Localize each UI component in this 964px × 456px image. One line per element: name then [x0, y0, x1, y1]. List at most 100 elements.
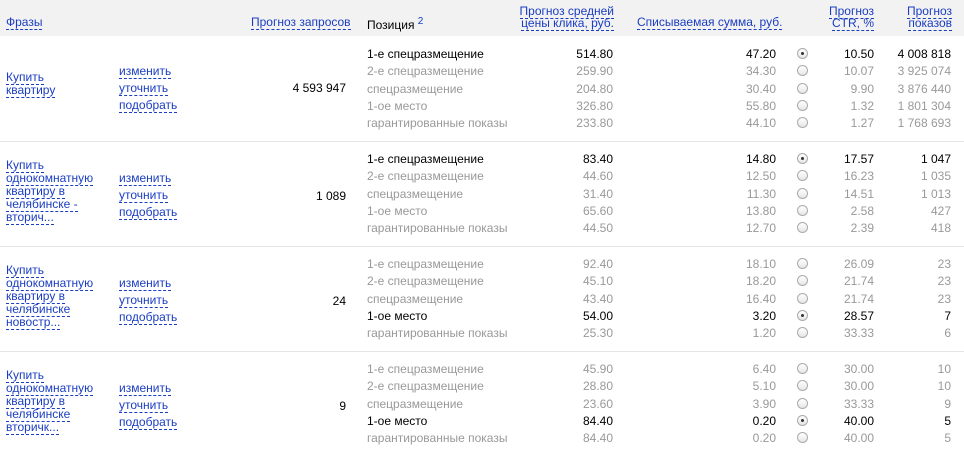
ctr-value: 2.39: [850, 221, 874, 236]
position-radio[interactable]: [797, 327, 808, 339]
shows-value: 5: [944, 413, 951, 428]
avg-click-price: 84.40: [582, 431, 613, 446]
charged-sum: 5.10: [752, 379, 776, 394]
shows-value: 1 047: [920, 152, 951, 166]
column-forecast-requests[interactable]: Прогноз запросов: [251, 15, 351, 30]
position-name: гарантированные показы: [367, 221, 508, 236]
ctr-value: 30.00: [843, 362, 874, 376]
charged-sum: 14.80: [745, 152, 776, 166]
position-radio[interactable]: [797, 65, 808, 77]
position-radio[interactable]: [797, 117, 808, 129]
ctr-value: 14.51: [843, 186, 874, 201]
position-radio[interactable]: [797, 275, 808, 287]
column-shows[interactable]: Прогноз показов: [906, 4, 952, 31]
column-ctr[interactable]: Прогноз CTR, %: [828, 4, 874, 31]
position-name: 2-е спецразмещение: [367, 64, 484, 79]
column-ctr-line2[interactable]: CTR, %: [832, 16, 874, 31]
position-radio[interactable]: [797, 153, 808, 164]
shows-value: 23: [937, 274, 951, 289]
shows-value: 418: [930, 221, 951, 236]
avg-click-price: 54.00: [582, 308, 613, 323]
position-row: спецразмещение 23.60 3.90 33.33 9: [0, 396, 964, 413]
position-name: 1-ое место: [367, 203, 428, 218]
avg-click-price: 92.40: [582, 257, 613, 271]
position-radio[interactable]: [797, 187, 808, 199]
position-radio[interactable]: [797, 292, 808, 304]
position-radio[interactable]: [797, 222, 808, 234]
phrase-block: Купить однокомнатную квартиру в челябинске н…: [0, 246, 964, 352]
shows-value: 7: [944, 308, 951, 323]
ctr-value: 1.27: [850, 116, 874, 131]
ctr-value: 9.90: [850, 81, 874, 96]
position-row: 1-ое место 65.60 13.80 2.58 427: [0, 203, 964, 220]
shows-value: 4 008 818: [897, 47, 951, 61]
position-row: гарантированные показы 233.80 44.10 1.27 1 7…: [0, 115, 964, 132]
position-row: спецразмещение 31.40 11.30 14.51 1 013: [0, 186, 964, 203]
ctr-value: 40.00: [843, 431, 874, 446]
charged-sum: 18.20: [745, 274, 776, 289]
column-phrases-label[interactable]: Фразы: [6, 15, 43, 30]
position-row: гарантированные показы 84.40 0.20 40.00 5: [0, 430, 964, 447]
position-radio[interactable]: [797, 48, 808, 59]
position-radio[interactable]: [797, 414, 808, 426]
position-row: 2-е спецразмещение 44.60 12.50 16.23 1 035: [0, 168, 964, 185]
shows-value: 23: [937, 291, 951, 306]
ctr-value: 21.74: [843, 291, 874, 306]
avg-click-price: 84.40: [582, 413, 613, 428]
ctr-value: 21.74: [843, 274, 874, 289]
shows-value: 1 035: [920, 169, 951, 184]
position-name: гарантированные показы: [367, 116, 508, 131]
charged-sum: 1.20: [752, 326, 776, 341]
column-charged-sum-label[interactable]: Списываемая сумма, руб.: [637, 15, 783, 30]
avg-click-price: 25.30: [582, 326, 613, 341]
position-name: 1-е спецразмещение: [367, 152, 484, 166]
shows-value: 10: [937, 362, 951, 376]
position-radio[interactable]: [797, 99, 808, 111]
shows-value: 1 768 693: [897, 116, 951, 131]
charged-sum: 30.40: [745, 81, 776, 96]
ctr-value: 10.50: [843, 47, 874, 61]
avg-click-price: 45.90: [582, 362, 613, 376]
charged-sum: 12.50: [745, 169, 776, 184]
shows-value: 6: [944, 326, 951, 341]
column-charged-sum[interactable]: Списываемая сумма, руб.: [637, 15, 783, 30]
ctr-value: 30.00: [843, 379, 874, 394]
charged-sum: 18.10: [745, 257, 776, 271]
column-phrases[interactable]: Фразы: [6, 15, 43, 30]
column-forecast-requests-label[interactable]: Прогноз запросов: [251, 15, 351, 30]
position-row: 1-ое место 326.80 55.80 1.32 1 801 304: [0, 98, 964, 115]
position-radio[interactable]: [797, 309, 808, 321]
position-name: 2-е спецразмещение: [367, 274, 484, 289]
position-radio[interactable]: [797, 363, 808, 374]
position-name: спецразмещение: [367, 186, 464, 201]
avg-click-price: 43.40: [582, 291, 613, 306]
position-radio[interactable]: [797, 432, 808, 444]
position-radio[interactable]: [797, 204, 808, 216]
position-radio[interactable]: [797, 170, 808, 182]
position-row: 1-ое место 54.00 3.20 28.57 7: [0, 308, 964, 325]
shows-value: 427: [930, 203, 951, 218]
position-name: 1-ое место: [367, 413, 428, 428]
position-radio[interactable]: [797, 82, 808, 94]
position-name: 1-ое место: [367, 98, 428, 113]
shows-value: 1 013: [920, 186, 951, 201]
position-row: 1-ое место 84.40 0.20 40.00 5: [0, 413, 964, 430]
position-name: спецразмещение: [367, 291, 464, 306]
charged-sum: 6.40: [752, 362, 776, 376]
charged-sum: 3.90: [752, 396, 776, 411]
position-radio[interactable]: [797, 258, 808, 269]
position-radio[interactable]: [797, 380, 808, 392]
shows-value: 23: [937, 257, 951, 271]
column-avg-click-price-line2[interactable]: цены клика, руб.: [521, 16, 614, 31]
position-name: 1-е спецразмещение: [367, 362, 484, 376]
ctr-value: 16.23: [843, 169, 874, 184]
charged-sum: 34.30: [745, 64, 776, 79]
column-avg-click-price[interactable]: Прогноз средней цены клика, руб.: [519, 4, 614, 31]
shows-value: 3 925 074: [897, 64, 951, 79]
position-row: спецразмещение 43.40 16.40 21.74 23: [0, 291, 964, 308]
position-radio[interactable]: [797, 397, 808, 409]
position-row: 2-е спецразмещение 45.10 18.20 21.74 23: [0, 273, 964, 290]
position-note-link[interactable]: 2: [418, 16, 424, 27]
column-shows-line2[interactable]: показов: [908, 16, 952, 31]
position-name: спецразмещение: [367, 396, 464, 411]
